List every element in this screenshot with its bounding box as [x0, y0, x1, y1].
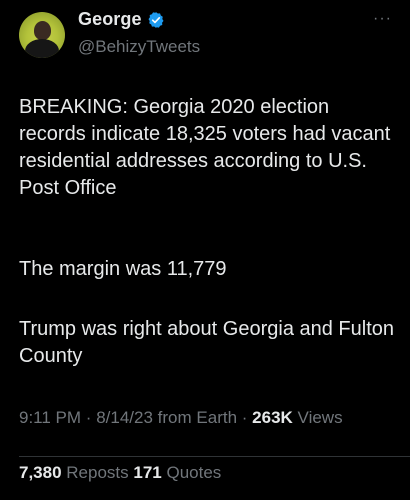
- engagement-stats: 7,380 Reposts 171 Quotes: [19, 463, 221, 483]
- quotes-count: 171: [133, 463, 162, 482]
- post-paragraph-1: BREAKING: Georgia 2020 election records …: [19, 96, 391, 199]
- tweet-card: George @BehizyTweets ··· BREAKING: Georg…: [0, 0, 410, 500]
- avatar-head: [34, 21, 51, 40]
- quotes-label: Quotes: [166, 463, 222, 482]
- meta-separator-2: ·: [241, 408, 248, 427]
- post-metadata: 9:11 PM · 8/14/23 from Earth · 263K View…: [19, 405, 399, 430]
- author-name-row: George: [78, 9, 165, 30]
- post-paragraph-2: The margin was 11,779: [19, 258, 227, 280]
- views-count: 263K: [252, 408, 293, 427]
- meta-separator: ·: [85, 408, 92, 427]
- post-date[interactable]: 8/14/23: [96, 408, 153, 427]
- author-display-name[interactable]: George: [78, 9, 142, 30]
- post-paragraph-3: Trump was right about Georgia and Fulton…: [19, 318, 395, 367]
- divider: [19, 456, 410, 457]
- avatar-body: [25, 39, 59, 58]
- avatar[interactable]: [19, 12, 65, 58]
- views-label: Views: [297, 408, 343, 427]
- reposts-label: Reposts: [66, 463, 129, 482]
- verified-badge-icon: [148, 11, 164, 28]
- more-options-icon[interactable]: ···: [373, 11, 392, 27]
- reposts-count: 7,380: [19, 463, 62, 482]
- post-source: from Earth: [157, 408, 238, 427]
- post-time[interactable]: 9:11 PM: [19, 408, 81, 427]
- quotes-link[interactable]: 171 Quotes: [133, 463, 221, 482]
- author-handle[interactable]: @BehizyTweets: [78, 37, 200, 57]
- reposts-link[interactable]: 7,380 Reposts: [19, 463, 133, 482]
